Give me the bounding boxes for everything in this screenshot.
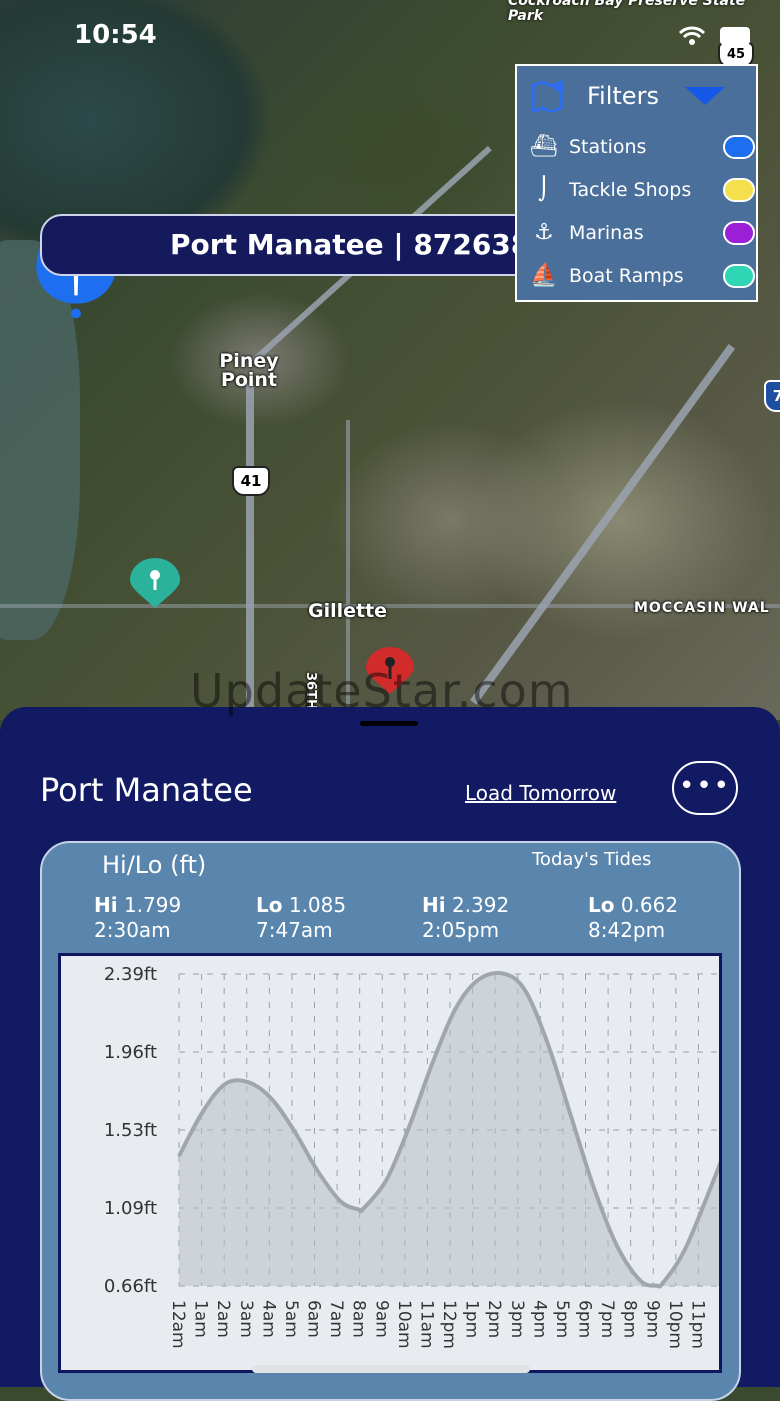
sheet-drag-handle[interactable] (360, 721, 418, 726)
x-tick-label: 1pm (462, 1300, 482, 1338)
x-tick-label: 12am (168, 1300, 188, 1349)
station-name: Port Manatee (40, 771, 253, 809)
x-tick-label: 5pm (552, 1300, 572, 1338)
tide-extreme-3: Hi 2.392 2:05pm (422, 893, 510, 942)
route-41-shield: 41 (232, 466, 270, 496)
boat-ramp-icon: ⛵ (530, 263, 558, 288)
x-tick-label: 4am (258, 1300, 278, 1338)
gillette-label: Gillette (308, 600, 388, 622)
filter-boat-ramps-toggle[interactable] (723, 264, 755, 288)
tide-extreme-1: Hi 1.799 2:30am (94, 893, 182, 942)
interstate-shield: 7 (764, 380, 780, 412)
filters-title: Filters (587, 82, 659, 110)
road-interstate (470, 344, 736, 705)
filter-stations-toggle[interactable] (723, 135, 755, 159)
battery-icon (720, 27, 750, 45)
x-tick-label: 5am (281, 1300, 301, 1338)
x-tick-label: 7pm (597, 1300, 617, 1338)
tides-card: Hi/Lo (ft) Today's Tides Hi 1.799 2:30am… (40, 841, 741, 1401)
filters-header[interactable]: Filters (531, 80, 727, 112)
y-tick-label: 1.09ft (104, 1198, 157, 1219)
x-tick-label: 12pm (439, 1300, 459, 1349)
x-tick-label: 3pm (507, 1300, 527, 1338)
x-tick-label: 8am (349, 1300, 369, 1338)
map-icon (531, 80, 564, 112)
filter-stations[interactable]: ⛴ Stations (529, 130, 755, 164)
filter-marinas-toggle[interactable] (723, 221, 755, 245)
x-tick-label: 2pm (484, 1300, 504, 1338)
tide-extreme-2: Lo 1.085 7:47am (256, 893, 347, 942)
more-options-button[interactable]: ••• (672, 761, 738, 815)
park-label: Cockroach Bay Preserve State Park (508, 0, 746, 24)
x-tick-label: 8pm (620, 1300, 640, 1338)
filter-tackle-shops[interactable]: ⌡ Tackle Shops (529, 173, 755, 207)
status-time: 10:54 (74, 20, 157, 50)
anchor-icon: ⚓ (534, 220, 554, 245)
ship-icon: ⛴ (530, 134, 558, 159)
x-tick-label: 11pm (687, 1300, 707, 1349)
filter-boat-ramps-label: Boat Ramps (569, 265, 684, 287)
filter-stations-label: Stations (569, 136, 647, 158)
filter-marinas-label: Marinas (569, 222, 644, 244)
x-tick-label: 1am (191, 1300, 211, 1338)
x-tick-label: 9pm (642, 1300, 662, 1338)
moccasin-wallow-label: MOCCASIN WAL (634, 600, 770, 616)
y-tick-label: 1.96ft (104, 1042, 157, 1063)
filter-tackle-shops-toggle[interactable] (723, 178, 755, 202)
piney-point-label: Piney Point (219, 350, 279, 391)
station-sheet[interactable]: Port Manatee Load Tomorrow ••• Hi/Lo (ft… (0, 707, 780, 1401)
x-tick-label: 9am (371, 1300, 391, 1338)
tide-chart-svg: 2.39ft 1.96ft 1.53ft 1.09ft 0.66ft 12am 1am 2am… (104, 964, 723, 1349)
filters-panel[interactable]: Filters ⛴ Stations ⌡ Tackle Shops ⚓ Mari… (515, 64, 758, 302)
filter-tackle-shops-label: Tackle Shops (569, 179, 692, 201)
filter-boat-ramps[interactable]: ⛵ Boat Ramps (529, 259, 755, 293)
x-tick-label: 11am (416, 1300, 436, 1349)
tide-extreme-4: Lo 0.662 8:42pm (588, 893, 679, 942)
y-tick-label: 0.66ft (104, 1276, 157, 1297)
wifi-icon (678, 26, 706, 45)
fishhook-icon: ⌡ (538, 177, 550, 202)
status-icons (678, 26, 750, 46)
x-tick-label: 7am (326, 1300, 346, 1338)
filter-marinas[interactable]: ⚓ Marinas (529, 216, 755, 250)
watermark: UpdateStar.com (190, 664, 574, 718)
x-tick-label: 4pm (529, 1300, 549, 1338)
y-tick-label: 1.53ft (104, 1120, 157, 1141)
tide-chart: 2.39ft 1.96ft 1.53ft 1.09ft 0.66ft 12am 1am 2am… (58, 953, 723, 1373)
x-tick-label: 10pm (665, 1300, 685, 1349)
load-tomorrow-link[interactable]: Load Tomorrow (465, 781, 616, 805)
tides-card-title: Hi/Lo (ft) (102, 851, 207, 879)
x-tick-label: 6pm (575, 1300, 595, 1338)
callout-text: Port Manatee | 8726384 (170, 228, 550, 261)
tides-card-subtitle: Today's Tides (532, 849, 652, 870)
x-tick-label: 3am (236, 1300, 256, 1338)
x-tick-label: 6am (304, 1300, 324, 1338)
chevron-down-icon[interactable] (683, 85, 727, 107)
x-tick-label: 2am (213, 1300, 233, 1338)
boat-ramp-pin[interactable] (128, 558, 182, 610)
x-tick-label: 10am (394, 1300, 414, 1349)
y-tick-label: 2.39ft (104, 964, 157, 985)
station-callout[interactable]: Port Manatee | 8726384 (40, 214, 560, 276)
home-indicator (252, 1365, 530, 1373)
